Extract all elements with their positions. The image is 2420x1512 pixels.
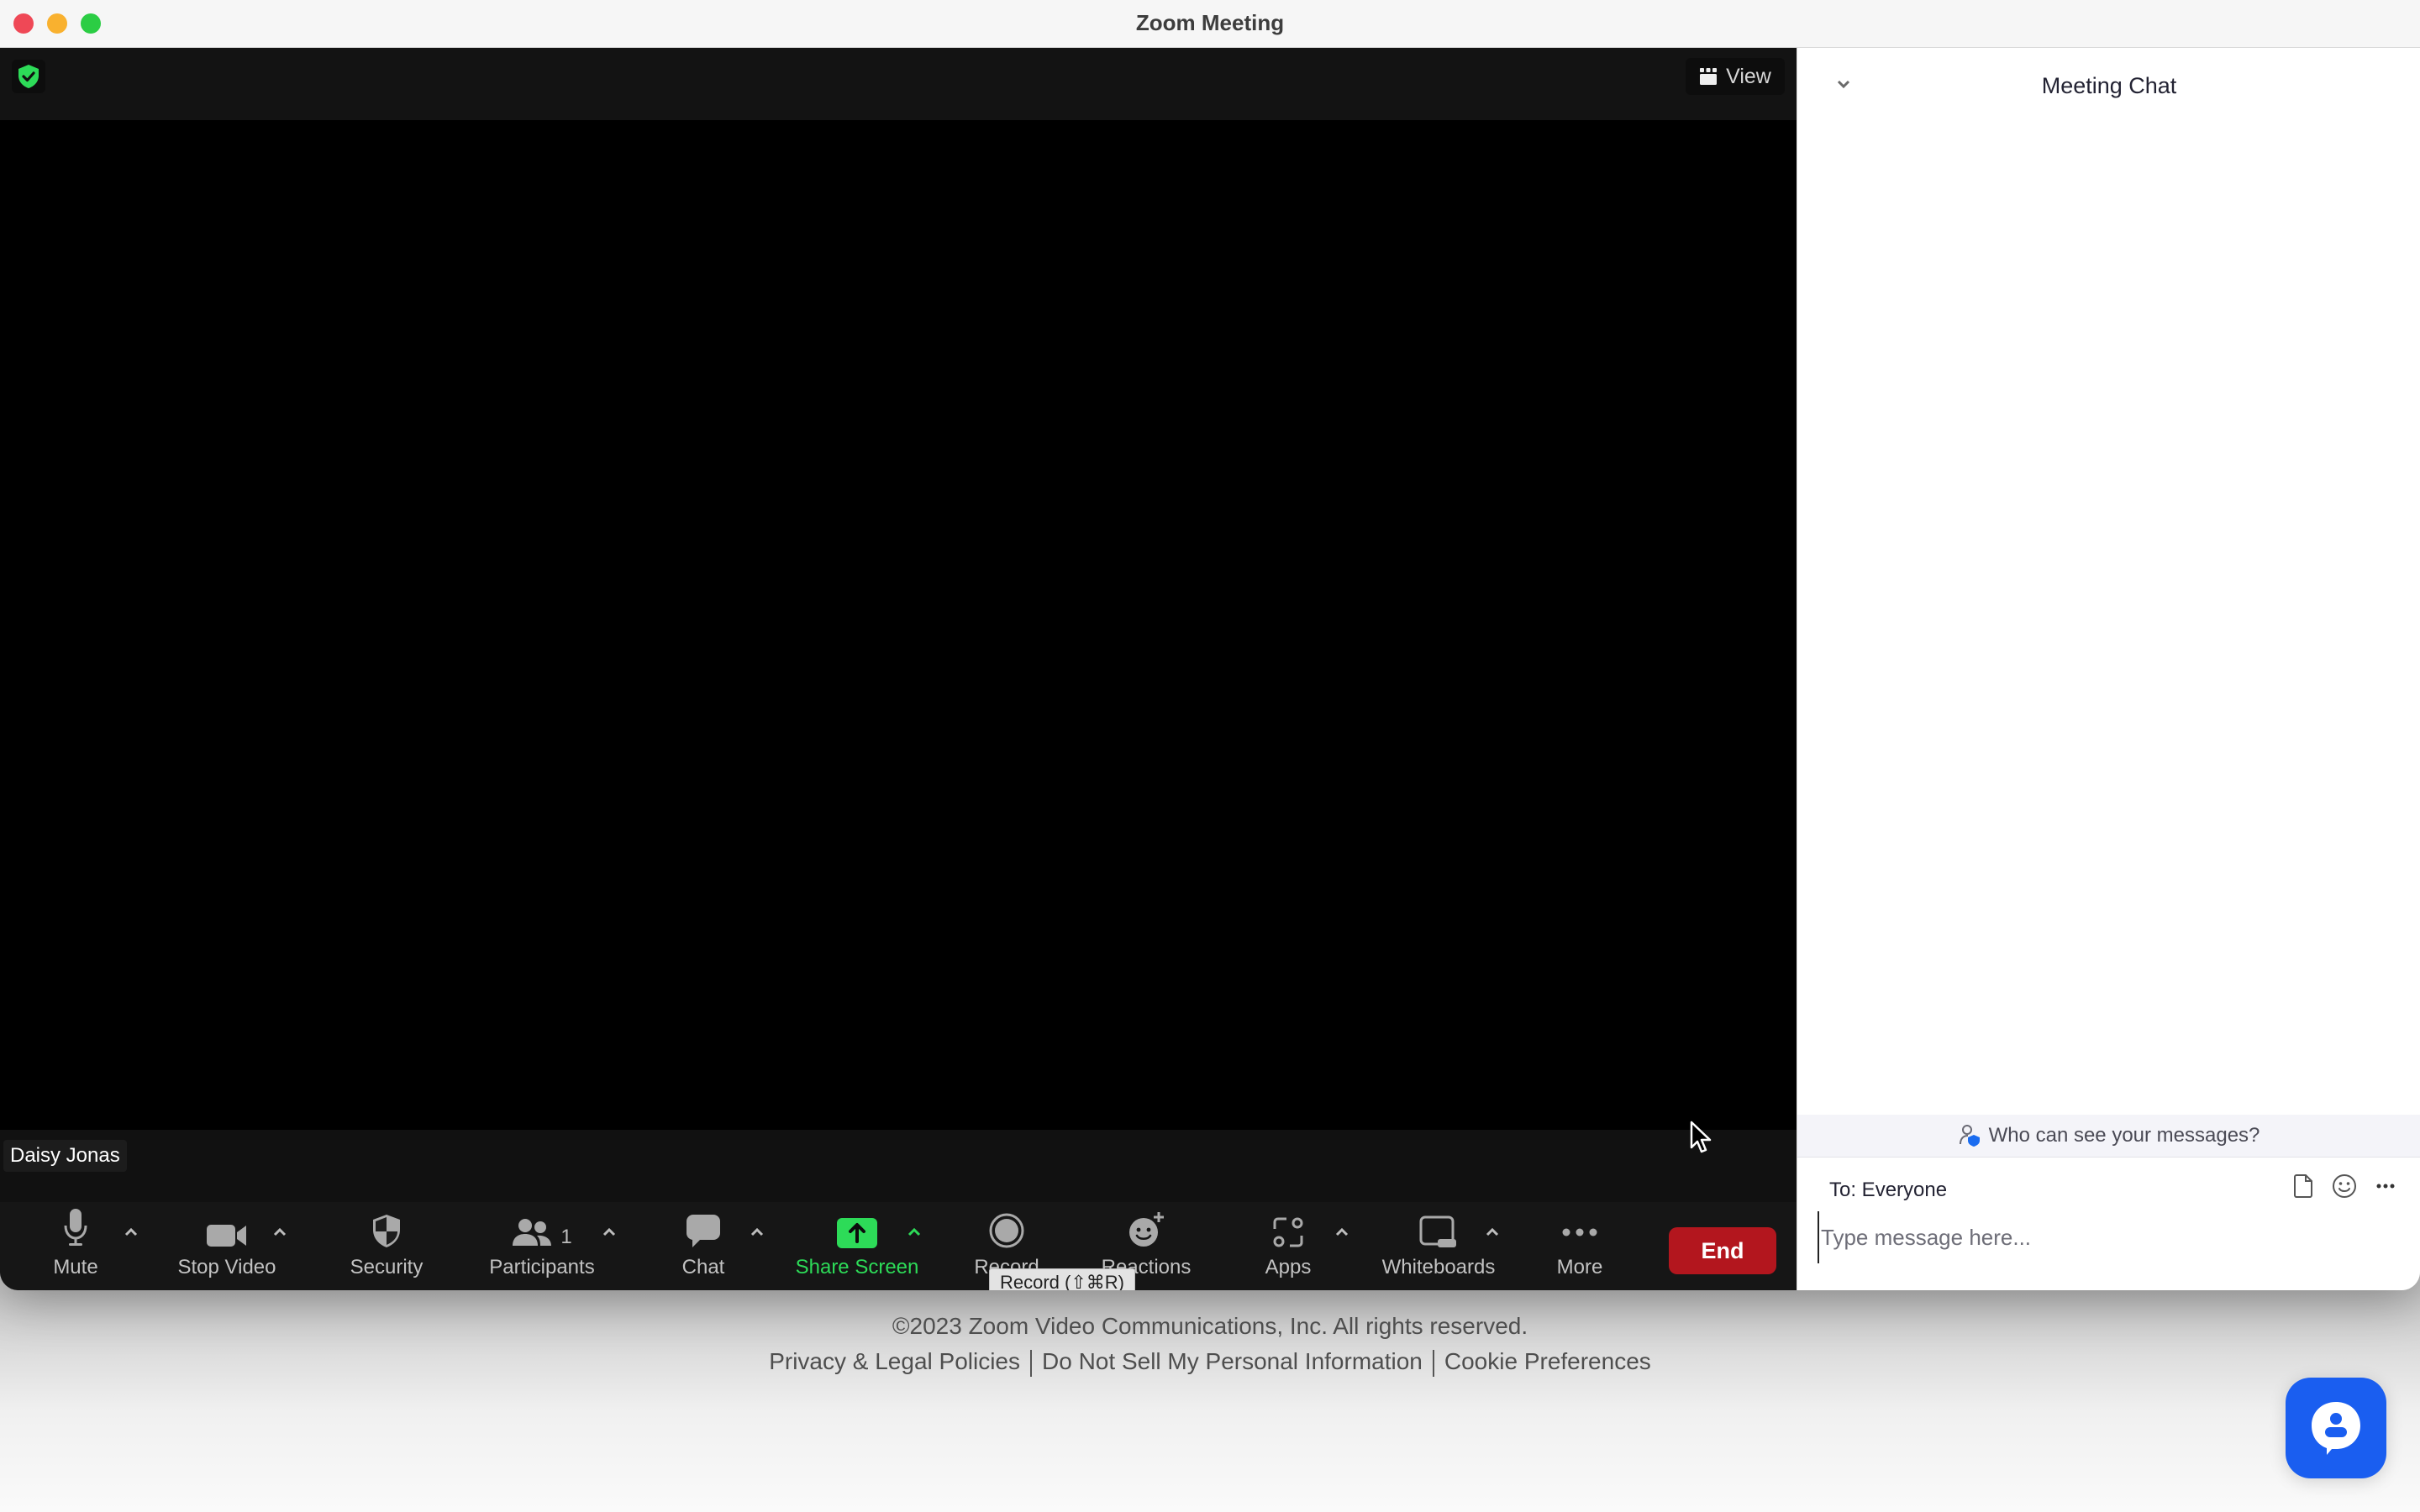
- privacy-legal-link[interactable]: Privacy & Legal Policies: [769, 1348, 1020, 1374]
- chevron-up-icon: [908, 1228, 921, 1236]
- participant-name-tag: Daisy Jonas: [3, 1140, 127, 1172]
- microphone-icon: [64, 1209, 87, 1246]
- chat-options-caret[interactable]: [749, 1226, 765, 1239]
- support-chat-icon: [2312, 1402, 2360, 1455]
- file-attach-button[interactable]: [2293, 1173, 2313, 1199]
- title-bar: Zoom Meeting: [0, 0, 2420, 48]
- video-camera-icon: [207, 1225, 246, 1247]
- chat-label: Chat: [681, 1256, 725, 1278]
- chevron-up-icon: [1486, 1228, 1499, 1236]
- more-dots-icon: [1562, 1228, 1597, 1236]
- support-chat-button[interactable]: [2286, 1378, 2386, 1478]
- chevron-up-icon: [1335, 1228, 1349, 1236]
- stop-video-button[interactable]: Stop Video: [168, 1202, 286, 1290]
- share-options-caret[interactable]: [906, 1226, 923, 1239]
- footer-links: Privacy & Legal Policies Do Not Sell My P…: [0, 1348, 2420, 1377]
- security-button[interactable]: Security: [345, 1202, 429, 1290]
- meeting-top-bar: View: [0, 48, 1797, 120]
- chat-message-input[interactable]: [1818, 1211, 2402, 1263]
- chat-input-tools: [2293, 1173, 2396, 1199]
- whiteboards-label: Whiteboards: [1381, 1256, 1496, 1278]
- ellipsis-icon: [2376, 1184, 2395, 1189]
- apps-label: Apps: [1265, 1256, 1312, 1278]
- apps-button[interactable]: Apps: [1255, 1202, 1322, 1290]
- end-meeting-button[interactable]: End: [1669, 1227, 1776, 1274]
- whiteboards-options-caret[interactable]: [1484, 1226, 1501, 1239]
- window-title: Zoom Meeting: [1135, 10, 1285, 35]
- more-button[interactable]: More: [1546, 1202, 1613, 1290]
- green-shield-check-icon: [18, 65, 39, 88]
- mute-button[interactable]: Mute: [42, 1202, 109, 1290]
- file-icon: [2294, 1174, 2312, 1198]
- who-can-see-messages-link[interactable]: Who can see your messages?: [1797, 1115, 2420, 1158]
- chat-header: Meeting Chat: [1797, 48, 2420, 123]
- chevron-up-icon: [124, 1228, 138, 1236]
- cookie-preferences-link[interactable]: Cookie Preferences: [1444, 1348, 1651, 1374]
- emoji-smile-icon: [2333, 1174, 2356, 1198]
- view-button[interactable]: View: [1686, 58, 1785, 95]
- chat-bubble-icon: [687, 1215, 720, 1247]
- whiteboards-button[interactable]: Whiteboards: [1371, 1202, 1506, 1290]
- stop-video-label: Stop Video: [177, 1256, 276, 1278]
- more-label: More: [1556, 1256, 1603, 1278]
- apps-options-caret[interactable]: [1334, 1226, 1350, 1239]
- chat-title: Meeting Chat: [2041, 73, 2177, 98]
- security-shield-icon: [373, 1215, 400, 1247]
- meeting-area: View Daisy Jonas Mute Stop Video Securit…: [0, 48, 1797, 1290]
- participants-icon: [513, 1219, 552, 1246]
- recipient-selector[interactable]: To: Everyone: [1829, 1179, 1947, 1202]
- zoom-window: Zoom Meeting View Daisy Jonas Mute Stop …: [0, 0, 2420, 1290]
- participants-label: Participants: [489, 1256, 595, 1278]
- chevron-up-icon: [750, 1228, 764, 1236]
- emoji-button[interactable]: [2332, 1173, 2357, 1199]
- chat-more-button[interactable]: [2375, 1183, 2396, 1189]
- share-screen-label: Share Screen: [795, 1256, 919, 1278]
- privacy-person-shield-icon: [1959, 1125, 1980, 1147]
- record-tooltip: Record (⇧⌘R): [989, 1268, 1136, 1290]
- footer-divider: [1030, 1349, 1033, 1377]
- mute-label: Mute: [53, 1256, 98, 1278]
- footer-divider: [1432, 1349, 1434, 1377]
- view-label: View: [1726, 64, 1771, 88]
- video-feed: [0, 120, 1797, 1130]
- participants-button[interactable]: 1 Participants: [483, 1202, 601, 1290]
- security-label: Security: [350, 1256, 424, 1278]
- share-screen-button[interactable]: Share Screen: [790, 1202, 924, 1290]
- who-can-see-label: Who can see your messages?: [1988, 1124, 2260, 1147]
- copyright-text: ©2023 Zoom Video Communications, Inc. Al…: [892, 1313, 1528, 1339]
- meeting-toolbar: Mute Stop Video Security 1 Participants …: [0, 1202, 1797, 1290]
- share-screen-icon: [837, 1218, 877, 1248]
- whiteboard-icon: [1419, 1215, 1456, 1247]
- do-not-sell-link[interactable]: Do Not Sell My Personal Information: [1042, 1348, 1423, 1374]
- encryption-status-button[interactable]: [12, 60, 45, 93]
- apps-icon: [1273, 1217, 1303, 1247]
- mouse-pointer-icon: [1690, 1121, 1712, 1153]
- gallery-view-icon: [1700, 68, 1718, 85]
- meeting-chat-panel: Meeting Chat Who can see your messages? …: [1797, 48, 2420, 1290]
- chevron-up-icon: [602, 1228, 616, 1236]
- participants-options-caret[interactable]: [601, 1226, 618, 1239]
- chat-button[interactable]: Chat: [670, 1202, 737, 1290]
- chevron-up-icon: [273, 1228, 287, 1236]
- reactions-icon: [1129, 1212, 1164, 1247]
- audio-options-caret[interactable]: [123, 1226, 139, 1239]
- video-options-caret[interactable]: [271, 1226, 288, 1239]
- participant-count: 1: [560, 1226, 572, 1248]
- record-icon: [989, 1213, 1024, 1248]
